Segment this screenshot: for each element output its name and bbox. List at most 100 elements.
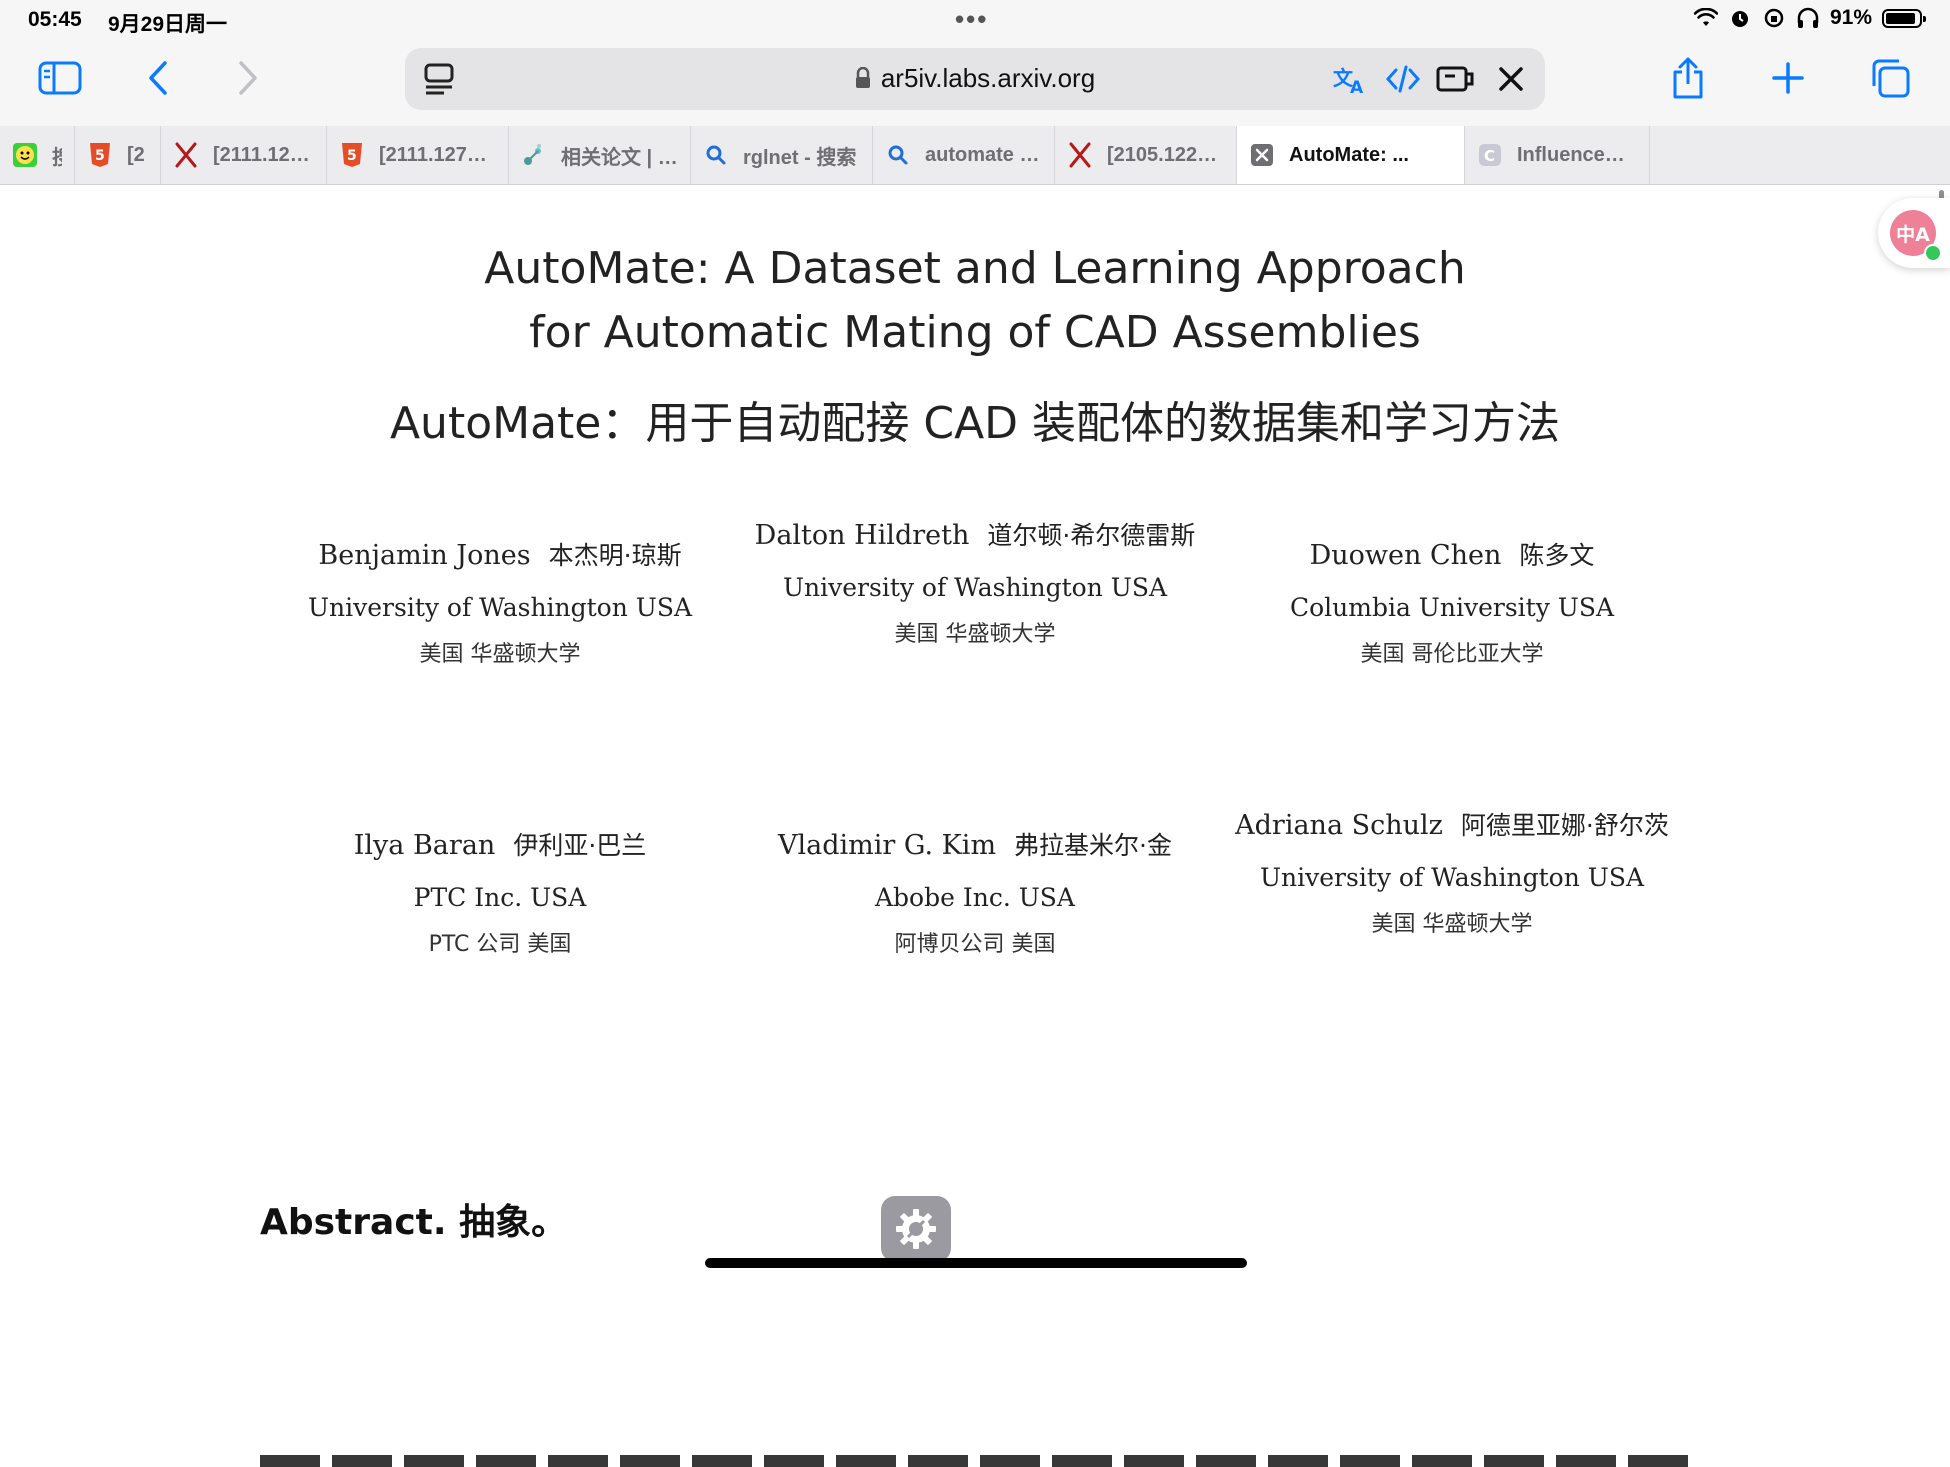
author-block: Dalton Hildreth 道尔顿·希尔德雷斯 University of Wa… (745, 515, 1205, 648)
html5-icon: 5 (339, 142, 365, 168)
author-name-translation: 阿德里亚娜·舒尔茨 (1460, 811, 1669, 840)
author-name: Ilya Baran (353, 830, 496, 861)
code-icon[interactable] (1383, 59, 1423, 99)
author-affiliation: Columbia University USA (1289, 593, 1615, 622)
author-name-row: Adriana Schulz 阿德里亚娜·舒尔茨 (1222, 805, 1682, 847)
settings-button[interactable] (881, 1196, 951, 1262)
tab-item[interactable]: 5 [2 (75, 126, 161, 184)
alarm-icon (1728, 6, 1752, 30)
author-block: Duowen Chen 陈多文 Columbia University USA 美国 … (1222, 535, 1682, 668)
tab-title: 相关论文 | 查... (561, 146, 678, 169)
gear-icon (896, 1209, 936, 1249)
smiley-icon (12, 142, 38, 168)
arxiv-x-icon (1067, 142, 1093, 168)
tab-title: automate b... (925, 143, 1042, 166)
graph-icon (521, 142, 547, 168)
web-content: AutoMate: A Dataset and Learning Approac… (0, 185, 1950, 1467)
search-icon (703, 142, 729, 168)
forward-button[interactable] (220, 50, 276, 106)
author-affiliation-translation: 美国 哥伦比亚大学 (1360, 642, 1544, 667)
author-name-row: Benjamin Jones 本杰明·琼斯 (270, 535, 730, 577)
author-name-row: Duowen Chen 陈多文 (1222, 535, 1682, 577)
author-name: Adriana Schulz (1235, 810, 1443, 841)
headphones-icon (1796, 6, 1820, 30)
author-block: Adriana Schulz 阿德里亚娜·舒尔茨 University of Was… (1222, 805, 1682, 938)
author-affiliation-translation: 美国 华盛顿大学 (419, 642, 581, 667)
multitasking-dots[interactable]: ••• (955, 4, 988, 35)
author-affiliation: University of Washington USA (307, 593, 693, 622)
tab-title: AutoMate: ... (1289, 143, 1409, 166)
tab-item[interactable]: rglnet - 搜索 (691, 126, 873, 184)
author-name-translation: 弗拉基米尔·金 (1014, 831, 1172, 860)
extension-icon[interactable] (1435, 59, 1475, 99)
author-name: Duowen Chen (1309, 540, 1502, 571)
paper-title-line-2: for Automatic Mating of CAD Assemblies (529, 307, 1421, 358)
tab-overview-button[interactable] (1862, 50, 1918, 106)
author-name-row: Dalton Hildreth 道尔顿·希尔德雷斯 (745, 515, 1205, 557)
translate-float-button[interactable]: 中A (1878, 198, 1950, 268)
author-affiliation: Abobe Inc. USA (875, 883, 1075, 912)
author-affiliation-translation: PTC 公司 美国 (428, 932, 572, 957)
back-button[interactable] (130, 50, 186, 106)
status-time: 05:45 (28, 8, 82, 31)
check-icon (1924, 244, 1942, 262)
close-box-icon (1249, 142, 1275, 168)
html5-icon: 5 (87, 142, 113, 168)
svg-text:5: 5 (95, 148, 105, 164)
translate-icon[interactable]: 文A (1330, 59, 1370, 99)
battery-icon (1882, 8, 1926, 28)
author-name-row: Ilya Baran 伊利亚·巴兰 (270, 825, 730, 867)
author-affiliation: University of Washington USA (1259, 863, 1645, 892)
tab-item[interactable]: 搜 (0, 126, 75, 184)
svg-text:A: A (1350, 78, 1364, 95)
sidebar-toggle-icon[interactable] (32, 50, 88, 106)
share-button[interactable] (1660, 50, 1716, 106)
tab-item[interactable]: 5 [2111.12772... (327, 126, 509, 184)
wifi-icon (1693, 6, 1718, 30)
tab-item[interactable]: [2105.1223... (1055, 126, 1237, 184)
tab-title: [2111.12772... (213, 143, 314, 166)
author-name-translation: 本杰明·琼斯 (548, 541, 682, 570)
tab-title: InfluenceFl... (1517, 143, 1637, 166)
arxiv-x-icon (173, 142, 199, 168)
status-date: 9月29日周一 (108, 13, 228, 36)
tab-title: [2 (127, 143, 145, 166)
battery-percent: 91% (1829, 6, 1872, 29)
new-tab-button[interactable] (1760, 50, 1816, 106)
url-display[interactable]: ar5iv.labs.arxiv.org (405, 63, 1545, 96)
status-icons: 91% (1693, 6, 1926, 30)
tab-item[interactable]: C InfluenceFl... (1465, 126, 1650, 184)
author-block: Benjamin Jones 本杰明·琼斯 University of Washin… (270, 535, 730, 668)
author-name: Vladimir G. Kim (777, 830, 997, 861)
author-affiliation: PTC Inc. USA (413, 883, 587, 912)
author-affiliation-translation: 美国 华盛顿大学 (1371, 912, 1533, 937)
paper-title-line-1: AutoMate: A Dataset and Learning Approac… (484, 243, 1466, 294)
svg-text:5: 5 (347, 148, 357, 164)
author-name: Dalton Hildreth (754, 520, 970, 551)
browser-toolbar: ar5iv.labs.arxiv.org 文A (0, 42, 1950, 126)
tab-title: 搜 (52, 141, 62, 170)
close-icon[interactable] (1491, 59, 1531, 99)
author-block: Ilya Baran 伊利亚·巴兰 PTC Inc. USA PTC 公司 美国 (270, 825, 730, 958)
author-name-translation: 伊利亚·巴兰 (513, 831, 647, 860)
paper-title-translation: AutoMate：用于自动配接 CAD 装配体的数据集和学习方法 (389, 398, 1561, 449)
address-bar[interactable]: ar5iv.labs.arxiv.org 文A (405, 48, 1545, 110)
author-name-row: Vladimir G. Kim 弗拉基米尔·金 (745, 825, 1205, 867)
tab-title: [2111.12772... (379, 143, 496, 166)
tab-item[interactable]: AutoMate: ... (1237, 126, 1465, 184)
abstract-heading: Abstract. 抽象。 (260, 1202, 568, 1243)
author-name: Benjamin Jones (318, 540, 531, 571)
author-name-translation: 道尔顿·希尔德雷斯 (987, 521, 1196, 550)
svg-text:C: C (1484, 147, 1495, 165)
tab-bar: 搜 5 [2 [2111.12772... 5 [2111.12772... 相关论文 | … (0, 126, 1950, 185)
author-block: Vladimir G. Kim 弗拉基米尔·金 Abobe Inc. USA 阿博贝公… (745, 825, 1205, 958)
tab-item[interactable]: automate b... (873, 126, 1055, 184)
url-text: ar5iv.labs.arxiv.org (880, 63, 1096, 93)
tab-item[interactable]: [2111.12772... (161, 126, 327, 184)
tab-item[interactable]: 相关论文 | 查... (509, 126, 691, 184)
lock-icon (855, 65, 871, 96)
tab-title: [2105.1223... (1107, 143, 1224, 166)
home-indicator[interactable] (705, 1258, 1247, 1268)
author-affiliation-translation: 阿博贝公司 美国 (894, 932, 1056, 957)
search-icon (885, 142, 911, 168)
